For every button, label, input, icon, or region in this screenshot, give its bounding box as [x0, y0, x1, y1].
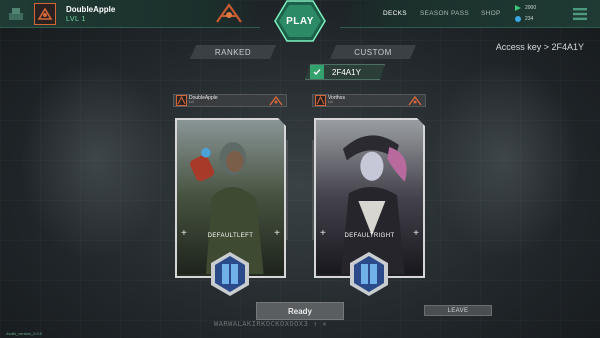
top-bar: DoubleApple LVL 1 PLAY DECKS SEASON PASS…: [0, 0, 600, 42]
nav-season-pass[interactable]: SEASON PASS: [420, 10, 469, 17]
background-blur-right: [430, 60, 580, 260]
lobby-key: 2F4A1Y: [332, 67, 361, 77]
gem-icon: [515, 16, 521, 22]
play-label: PLAY: [286, 15, 314, 27]
build-version: ../build_version_0.0.0: [4, 331, 43, 336]
background-blur-left: [20, 60, 170, 260]
play-coin-icon: [515, 5, 521, 11]
currency-coins: 2000: [515, 5, 536, 11]
deck-badge-icon: [211, 252, 249, 296]
player-bar-left: DoubleApple Lvl: [173, 94, 287, 107]
player-emblem-icon: [315, 95, 326, 106]
access-key-label: Access key > 2F4A1Y: [495, 42, 584, 52]
play-button[interactable]: PLAY: [274, 0, 326, 42]
lobby-key-chip[interactable]: 2F4A1Y: [305, 64, 385, 80]
faction-emblem-icon: [269, 95, 283, 105]
card-connector: [286, 140, 314, 240]
deck-badge-icon: [350, 252, 388, 296]
player-right-level: Lvl: [328, 100, 333, 105]
deck-name-right: DEFAULTRIGHT: [344, 233, 395, 239]
tab-ranked[interactable]: RANKED: [190, 45, 276, 59]
decorative-glyph-strip: WARWALAKIRKOCKOXOOX3 ↑ ✕: [214, 320, 328, 328]
player-left-level: Lvl: [189, 100, 194, 105]
avatar[interactable]: [34, 3, 56, 25]
check-icon: [310, 65, 324, 79]
player-emblem-icon: [176, 95, 187, 106]
player-level: LVL 1: [66, 16, 87, 23]
player-bar-right: Vorthos Lvl: [312, 94, 426, 107]
player-emblem-icon: [37, 7, 53, 20]
leave-button[interactable]: LEAVE: [424, 305, 492, 316]
tab-custom[interactable]: CUSTOM: [330, 45, 416, 59]
nav-shop[interactable]: SHOP: [481, 10, 501, 17]
deck-name-left: DEFAULTLEFT: [207, 233, 254, 239]
gem-amount: 234: [525, 16, 534, 22]
currency-gems: 234: [515, 16, 533, 22]
faction-emblem-icon: [216, 3, 242, 23]
player-name: DoubleApple: [66, 5, 116, 14]
faction-emblem-icon: [408, 95, 422, 105]
menu-icon[interactable]: [573, 8, 587, 20]
coin-amount: 2000: [525, 5, 537, 11]
nav-decks[interactable]: DECKS: [383, 10, 407, 17]
top-bar-right: [340, 0, 600, 28]
home-icon[interactable]: [8, 7, 24, 21]
ready-button[interactable]: Ready: [256, 302, 344, 320]
